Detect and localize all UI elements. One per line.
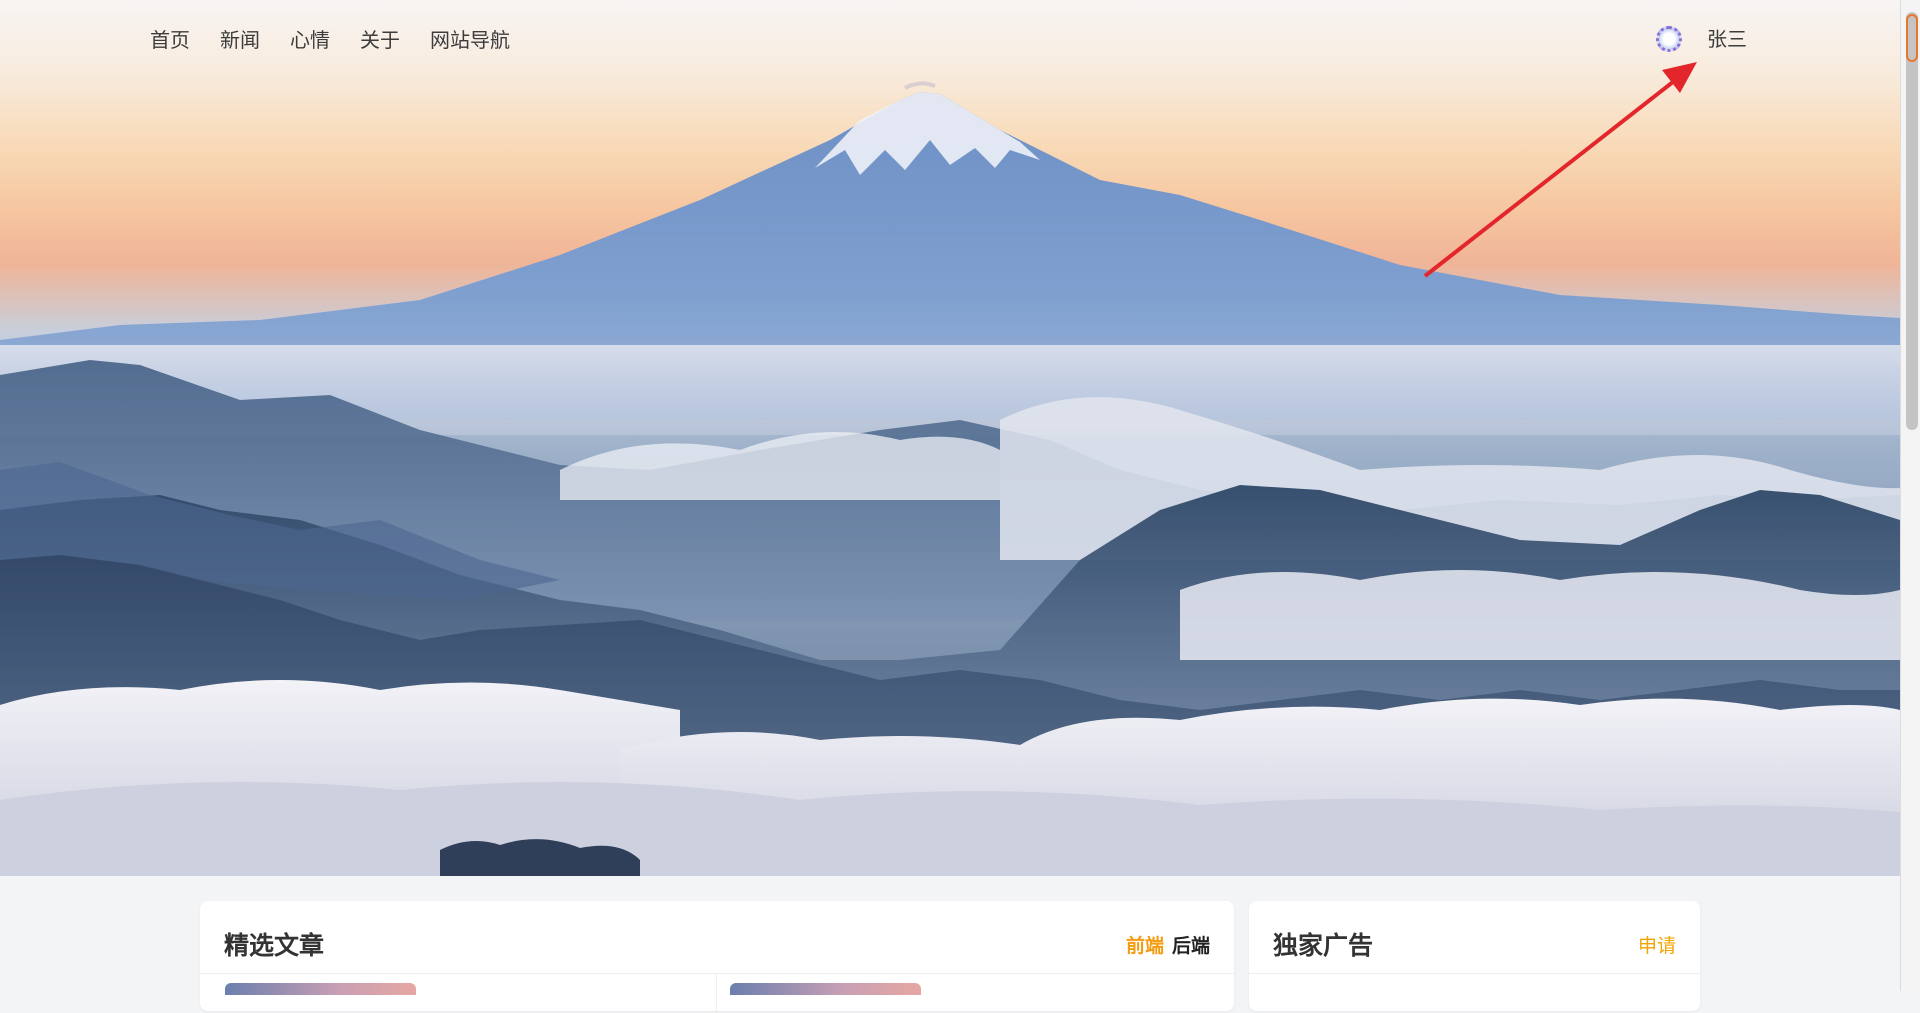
card-divider xyxy=(1249,973,1700,974)
scrollbar-thumb[interactable] xyxy=(1906,12,1918,430)
exclusive-ads-card: 独家广告 申请 xyxy=(1249,901,1700,1011)
nav-item-mood[interactable]: 心情 xyxy=(290,26,330,54)
top-nav: 首页 新闻 心情 关于 网站导航 xyxy=(150,26,540,54)
annotation-arrow-line xyxy=(1423,76,1680,278)
ads-title: 独家广告 xyxy=(1273,931,1374,960)
user-menu[interactable]: 张三 xyxy=(1656,25,1747,53)
nav-item-site-nav[interactable]: 网站导航 xyxy=(430,26,510,54)
tab-backend[interactable]: 后端 xyxy=(1172,931,1210,958)
featured-articles-card: 精选文章 前端 后端 xyxy=(200,901,1234,1013)
nav-item-news[interactable]: 新闻 xyxy=(220,26,260,54)
card-divider xyxy=(200,973,1234,974)
hero-banner: 首页 新闻 心情 关于 网站导航 张三 xyxy=(0,0,1900,876)
apply-link[interactable]: 申请 xyxy=(1638,931,1676,958)
tab-frontend[interactable]: 前端 xyxy=(1126,931,1164,958)
article-thumbnail[interactable] xyxy=(730,983,921,995)
column-divider xyxy=(716,973,717,1013)
scrollbar-highlight-marker xyxy=(1906,14,1918,62)
vertical-scrollbar[interactable] xyxy=(1900,0,1920,991)
avatar-ring-icon[interactable] xyxy=(1656,26,1682,52)
mountain-landscape-image xyxy=(0,62,1900,876)
nav-item-home[interactable]: 首页 xyxy=(150,26,190,54)
featured-articles-title: 精选文章 xyxy=(224,931,325,960)
user-name[interactable]: 张三 xyxy=(1707,25,1747,53)
article-thumbnail[interactable] xyxy=(225,983,416,995)
nav-item-about[interactable]: 关于 xyxy=(360,26,400,54)
category-tabs: 前端 后端 xyxy=(1126,931,1210,958)
